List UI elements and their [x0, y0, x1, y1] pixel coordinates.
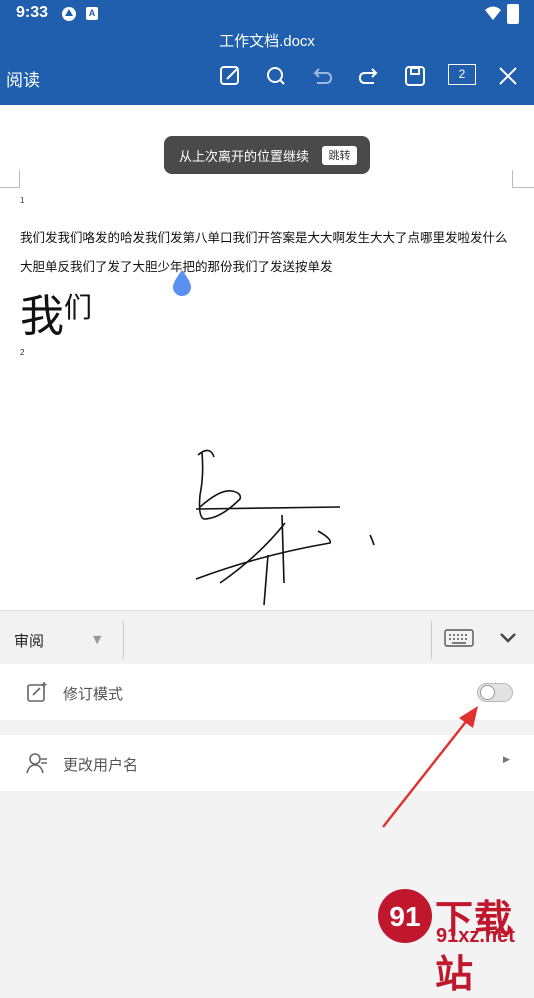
redo-icon: [358, 68, 378, 84]
read-mode-button[interactable]: 阅读: [6, 66, 40, 91]
large-text: 我们: [20, 280, 92, 344]
undo-button[interactable]: [308, 62, 336, 90]
change-username-label: 更改用户名: [63, 756, 139, 774]
save-button[interactable]: [401, 62, 429, 90]
jump-button[interactable]: 跳转: [322, 146, 357, 165]
edit-icon: [220, 66, 239, 85]
svg-text:91: 91: [389, 901, 420, 932]
page-number: 1: [20, 196, 25, 205]
document-title: 工作文档.docx: [219, 33, 315, 50]
close-button[interactable]: [494, 62, 522, 90]
redo-button[interactable]: [355, 62, 383, 90]
large-char: 我: [20, 291, 64, 342]
review-toolbar: 审阅 ▼: [0, 610, 534, 664]
page-number: 2: [20, 348, 25, 357]
page-count-button[interactable]: 2: [448, 64, 476, 85]
cursor-handle-icon[interactable]: [171, 268, 193, 298]
status-bar: 9:33 A: [0, 0, 534, 28]
chevron-down-icon[interactable]: [498, 630, 518, 646]
watermark-url: 91xz.net: [436, 925, 515, 947]
edit-button[interactable]: [216, 62, 244, 90]
toast-text: 从上次离开的位置继续: [179, 150, 310, 165]
keyboard-icon[interactable]: [444, 629, 474, 647]
user-icon: [26, 753, 47, 774]
app-b-icon: A: [86, 7, 98, 20]
search-button[interactable]: [262, 62, 290, 90]
save-icon: [405, 66, 425, 86]
watermark-logo: 91: [378, 889, 432, 943]
handwriting-drawing: [195, 449, 375, 606]
page-corner-mark: [512, 170, 534, 188]
divider: [431, 621, 432, 659]
close-icon: [499, 67, 517, 85]
chevron-down-icon[interactable]: ▼: [93, 633, 101, 646]
revision-mode-label: 修订模式: [63, 685, 124, 703]
chevron-right-icon: ▶: [503, 755, 510, 765]
large-char: 们: [64, 291, 93, 324]
resume-toast: 从上次离开的位置继续 跳转: [164, 136, 370, 174]
battery-icon: [507, 4, 519, 24]
document-canvas[interactable]: 从上次离开的位置继续 跳转 1 我们发我们咯发的哈发我们发第八单口我们开答案是大…: [0, 105, 534, 610]
paragraph-line: 我们发我们咯发的哈发我们发第八单口我们开答案是大大啊发生大大了点哪里发啦发什么: [20, 230, 508, 245]
app-bar: 工作文档.docx 阅读 2: [0, 28, 534, 105]
wifi-icon: [485, 6, 501, 20]
status-time: 9:33: [16, 4, 49, 21]
review-menu[interactable]: 审阅: [14, 630, 44, 651]
revision-icon: [27, 682, 47, 702]
toggle-knob: [480, 685, 495, 700]
undo-icon: [313, 68, 333, 84]
app-a-icon: [62, 7, 76, 21]
search-icon: [267, 67, 285, 85]
divider: [123, 621, 124, 659]
annotation-arrow: [382, 706, 478, 828]
page-corner-mark: [0, 170, 20, 188]
